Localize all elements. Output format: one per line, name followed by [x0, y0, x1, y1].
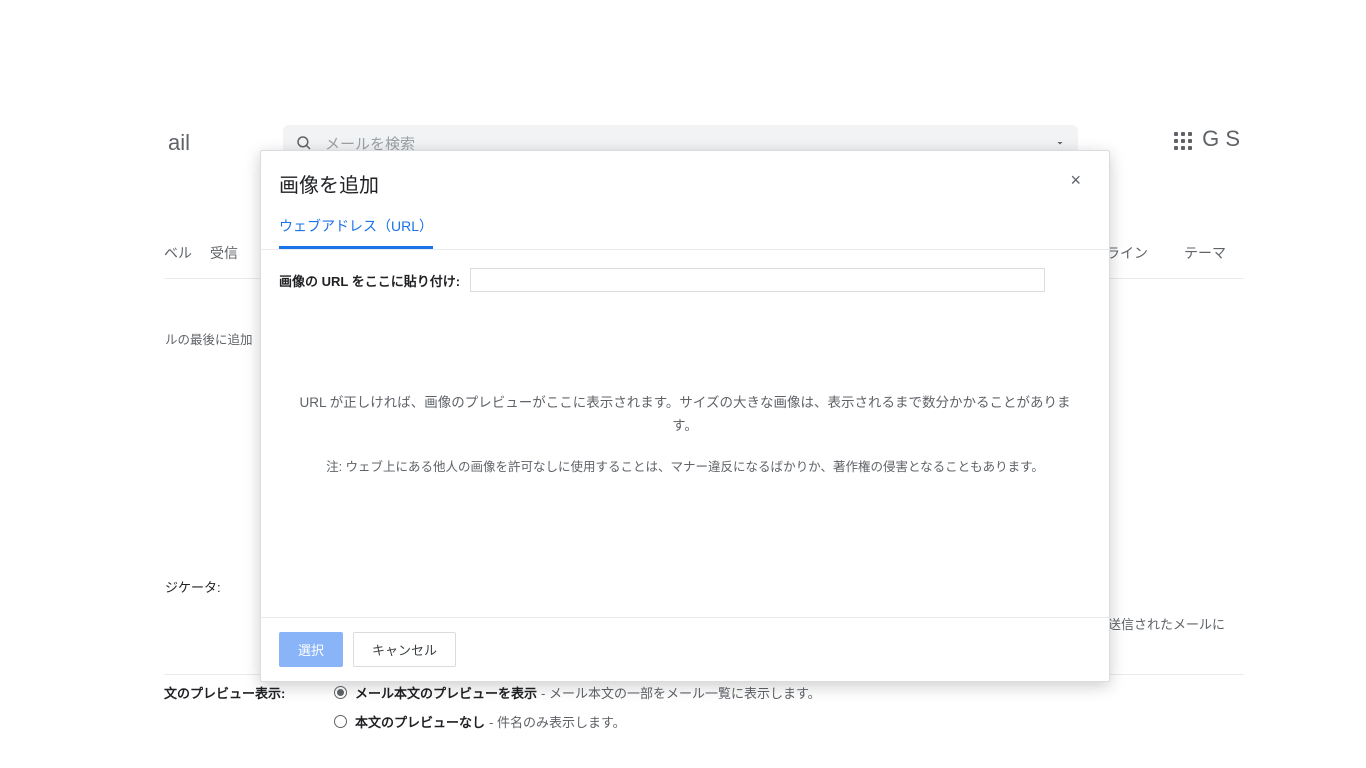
radio-show-preview[interactable]: [334, 686, 347, 699]
preview-opt1-label: メール本文のプレビューを表示: [355, 683, 537, 702]
account-fragment: G S: [1202, 126, 1240, 152]
dialog-title: 画像を追加: [279, 169, 379, 198]
radio-no-preview[interactable]: [334, 715, 347, 728]
copyright-note: 注: ウェブ上にある他人の画像を許可なしに使用することは、マナー違反になるばかり…: [289, 456, 1081, 475]
tab-fragment-inbox[interactable]: 受信: [210, 243, 238, 271]
preview-opt1-desc: - メール本文の一部をメール一覧に表示します。: [541, 683, 821, 702]
cancel-button[interactable]: キャンセル: [353, 632, 456, 667]
apps-icon[interactable]: [1174, 132, 1194, 152]
snippet-preview-section: 文のプレビュー表示: メール本文のプレビューを表示 - メール本文の一部をメール…: [164, 674, 1244, 741]
dialog-body: 画像の URL をここに貼り付け: URL が正しければ、画像のプレビューがここ…: [261, 250, 1109, 617]
dialog-footer: 選択 キャンセル: [261, 617, 1109, 681]
add-image-dialog: 画像を追加 × ウェブアドレス（URL） 画像の URL をここに貼り付け: U…: [260, 150, 1110, 682]
preview-hint-text: URL が正しければ、画像のプレビューがここに表示されます。サイズの大きな画像は…: [289, 392, 1081, 438]
bg-text-indicator-label: ジケータ:: [165, 577, 221, 596]
tab-fragment-labels[interactable]: ベル: [164, 243, 192, 271]
note-prefix: 注:: [326, 460, 345, 474]
bg-text-fragment-3: 送信されたメールに: [1108, 614, 1225, 633]
bg-text-fragment-1: ルの最後に追加: [165, 329, 253, 348]
search-options-caret[interactable]: [1054, 137, 1066, 149]
app-logo-fragment: ail: [168, 130, 190, 156]
preview-section-label: 文のプレビュー表示:: [164, 683, 334, 702]
dialog-tabs: ウェブアドレス（URL）: [261, 198, 1109, 250]
image-preview-area: URL が正しければ、画像のプレビューがここに表示されます。サイズの大きな画像は…: [279, 392, 1091, 475]
image-url-input[interactable]: [470, 268, 1045, 292]
preview-opt2-desc: - 件名のみ表示します。: [489, 712, 626, 731]
url-input-label: 画像の URL をここに貼り付け:: [279, 271, 460, 290]
note-body: ウェブ上にある他人の画像を許可なしに使用することは、マナー違反になるばかりか、著…: [346, 460, 1044, 474]
tab-web-address[interactable]: ウェブアドレス（URL）: [279, 216, 433, 249]
close-icon[interactable]: ×: [1066, 169, 1085, 191]
select-button[interactable]: 選択: [279, 632, 343, 667]
tab-fragment-theme[interactable]: テーマ: [1184, 243, 1226, 271]
preview-opt2-label: 本文のプレビューなし: [355, 712, 485, 731]
dialog-header: 画像を追加 ×: [261, 151, 1109, 198]
